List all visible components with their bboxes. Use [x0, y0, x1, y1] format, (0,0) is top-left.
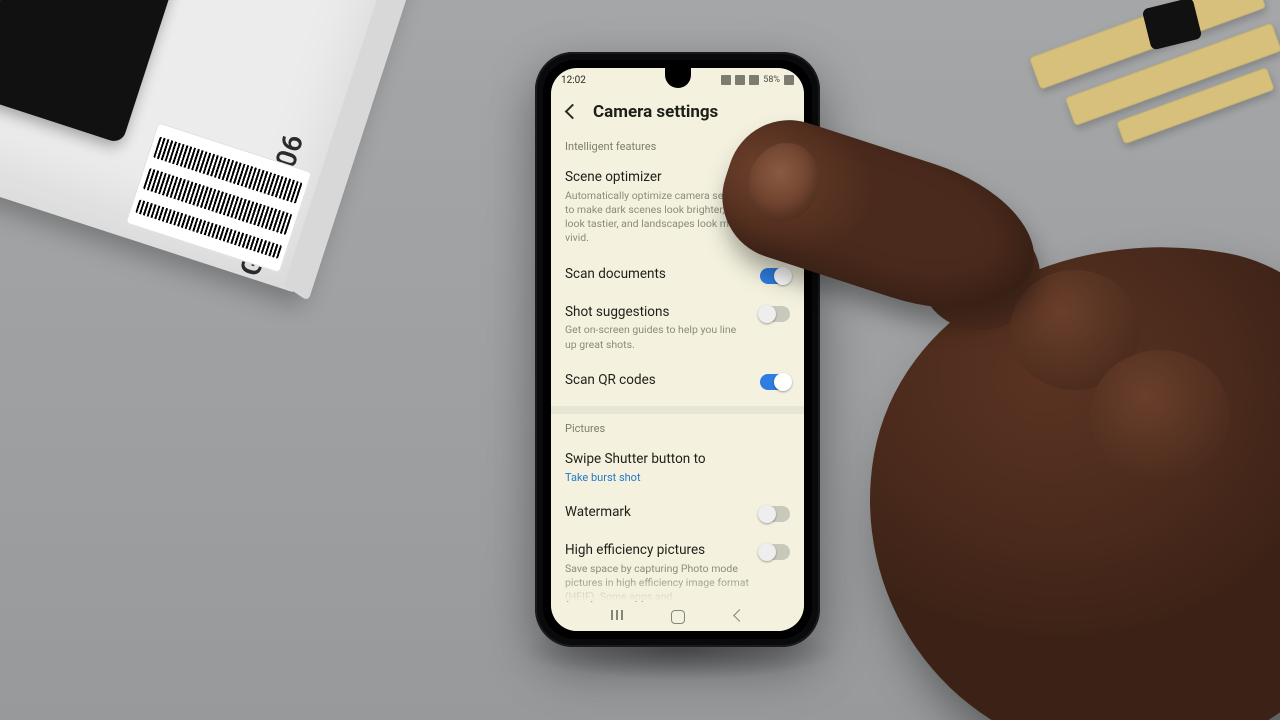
toggle-scan-qr[interactable] [760, 374, 790, 390]
row-title: Shot suggestions [565, 304, 750, 321]
row-scan-documents[interactable]: Scan documents [563, 256, 792, 294]
page-title: Camera settings [593, 102, 718, 122]
row-value: Take burst shot [565, 471, 790, 484]
row-title: Scan documents [565, 266, 750, 283]
black-clip [1142, 0, 1203, 50]
row-scan-qr[interactable]: Scan QR codes [563, 362, 792, 400]
row-swipe-shutter[interactable]: Swipe Shutter button to Take burst shot [563, 441, 792, 494]
row-description: Save space by capturing Photo mode pictu… [565, 562, 750, 605]
android-nav-bar [551, 601, 804, 631]
battery-icon [784, 75, 794, 85]
toggle-shot-suggestions[interactable] [760, 306, 790, 322]
signal-icon [749, 75, 759, 85]
row-description: Get on-screen guides to help you line up… [565, 323, 750, 351]
page-header: Camera settings [551, 92, 804, 130]
nav-home-button[interactable] [668, 607, 686, 625]
nav-recent-button[interactable] [608, 607, 626, 625]
row-title: Scene optimizer [565, 169, 750, 186]
status-battery-text: 58% [763, 75, 780, 85]
row-shot-suggestions[interactable]: Shot suggestions Get on-screen guides to… [563, 294, 792, 362]
phone-screen: 12:02 58% Camera settings Intelligent fe… [551, 68, 804, 631]
row-watermark[interactable]: Watermark [563, 494, 792, 532]
section-label-intelligent: Intelligent features [563, 130, 792, 159]
status-time: 12:02 [561, 75, 586, 86]
row-scene-optimizer[interactable]: Scene optimizer Automatically optimize c… [563, 159, 792, 256]
row-title: Scan QR codes [565, 372, 750, 389]
row-description: Automatically optimize camera settings t… [565, 189, 750, 246]
back-button[interactable] [563, 104, 579, 120]
section-divider [551, 406, 804, 414]
toggle-heif[interactable] [760, 544, 790, 560]
nav-back-button[interactable] [729, 607, 747, 625]
row-title: High efficiency pictures [565, 542, 750, 559]
wifi-icon [721, 75, 731, 85]
status-right-cluster: 58% [721, 75, 794, 85]
toggle-scan-documents[interactable] [760, 268, 790, 284]
section-label-pictures: Pictures [563, 420, 792, 441]
row-title: Watermark [565, 504, 750, 521]
phone-device: 12:02 58% Camera settings Intelligent fe… [535, 52, 820, 647]
toggle-scene-optimizer[interactable] [760, 171, 790, 187]
toggle-watermark[interactable] [760, 506, 790, 522]
scene: SAMSUNG Galaxy A06 12:02 58% [0, 0, 1280, 720]
signal-icon [735, 75, 745, 85]
settings-content[interactable]: Intelligent features Scene optimizer Aut… [551, 130, 804, 614]
row-title: Swipe Shutter button to [565, 451, 790, 468]
